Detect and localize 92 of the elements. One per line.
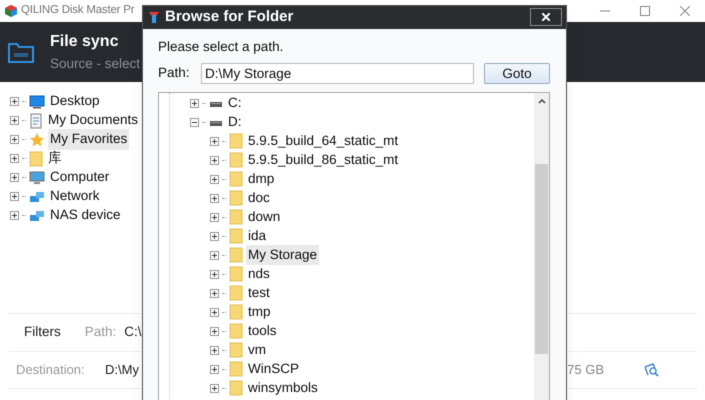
path-field[interactable]: D:\My Storage (201, 62, 474, 84)
folder-icon (229, 285, 243, 302)
folder-icon (229, 152, 243, 168)
folder-icon (229, 361, 243, 378)
scrollbar[interactable] (534, 92, 549, 400)
maximize-icon (640, 6, 650, 16)
expand-icon[interactable] (10, 154, 19, 163)
tree-item[interactable]: My Favorites (48, 129, 130, 150)
window-title: QILING Disk Master Pr (21, 3, 134, 18)
folder-icon (229, 247, 243, 264)
tree-item[interactable]: vm (246, 340, 268, 360)
destination-label: Destination: (16, 361, 86, 380)
tree-item[interactable]: down (246, 207, 282, 228)
tree-item[interactable]: test (246, 283, 272, 304)
close-icon (680, 6, 690, 16)
tree-item[interactable]: 5.9.5_build_64_static_mt (246, 131, 400, 152)
expand-icon[interactable] (210, 250, 219, 260)
scroll-up-icon[interactable] (538, 98, 546, 104)
close-icon (542, 13, 550, 22)
close-button[interactable] (530, 8, 562, 26)
folder-icon (229, 304, 243, 320)
tree-item[interactable]: nds (246, 264, 272, 284)
goto-button[interactable]: Goto (484, 62, 550, 84)
folder-icon (229, 323, 243, 340)
expand-icon[interactable] (10, 135, 19, 144)
expand-icon[interactable] (210, 326, 219, 336)
expand-icon[interactable] (210, 270, 219, 279)
folder-icon (229, 209, 243, 226)
expand-icon[interactable] (10, 173, 19, 182)
tree-item[interactable]: Computer (48, 167, 112, 188)
tree-item[interactable]: doc (246, 188, 272, 208)
expand-icon[interactable] (10, 97, 19, 106)
browse-icon[interactable] (644, 363, 660, 377)
folder-icon (229, 190, 243, 206)
dialog-title: Browse for Folder (165, 7, 294, 27)
folder-icon (229, 228, 243, 244)
tree-item[interactable]: Network (48, 186, 102, 207)
computer-icon (29, 170, 45, 184)
network-icon (29, 190, 45, 204)
expand-icon[interactable] (210, 384, 219, 393)
folder-sync-icon (8, 41, 34, 63)
tree-item[interactable]: My Storage (246, 245, 320, 266)
expand-icon[interactable] (210, 212, 219, 222)
expand-icon[interactable] (10, 211, 19, 220)
star-icon (29, 132, 45, 148)
expand-icon[interactable] (210, 288, 219, 298)
header-subtitle: Source - select (50, 54, 140, 73)
expand-icon[interactable] (210, 136, 219, 146)
tree-item[interactable]: 5.9.5_build_86_static_mt (246, 150, 400, 170)
folder-icon (29, 150, 43, 166)
expand-icon[interactable] (210, 156, 219, 165)
expand-icon[interactable] (210, 364, 219, 374)
monitor-icon (29, 94, 45, 108)
tree-item[interactable]: winsymbols (246, 378, 320, 398)
tree-item[interactable]: ida (246, 226, 268, 246)
scrollbar-thumb[interactable] (535, 164, 548, 354)
expand-icon[interactable] (210, 194, 219, 203)
path-label: Path: (158, 64, 191, 82)
path-label: Path: (84, 323, 116, 342)
tree-item[interactable]: D: (226, 112, 244, 132)
size-text: 75 GB (567, 361, 604, 380)
header-title: File sync (50, 32, 120, 52)
expand-icon[interactable] (210, 174, 219, 184)
path-value: C:\ (124, 323, 142, 342)
tree-item[interactable]: tmp (246, 302, 273, 322)
tree-item[interactable]: WinSCP (246, 359, 302, 380)
prompt-text: Please select a path. (158, 38, 284, 56)
folder-icon (229, 171, 243, 188)
folder-icon (229, 266, 243, 282)
folder-icon (229, 342, 243, 358)
expand-icon[interactable] (10, 116, 19, 125)
expand-icon[interactable] (210, 346, 219, 355)
tree-item[interactable]: NAS device (48, 205, 123, 226)
expand-icon[interactable] (210, 232, 219, 241)
network-icon (29, 208, 45, 222)
collapse-icon[interactable] (190, 118, 199, 127)
dialog-logo-icon (148, 10, 160, 24)
expand-icon[interactable] (210, 308, 219, 317)
app-logo-icon (4, 4, 18, 18)
tree-item[interactable]: C: (226, 93, 244, 114)
destination-value: D:\My (105, 361, 139, 380)
folder-icon (229, 133, 243, 150)
expand-icon[interactable] (190, 98, 199, 108)
document-icon (29, 112, 43, 128)
tree-item[interactable]: 库 (46, 148, 64, 169)
tree-item[interactable]: dmp (246, 169, 276, 190)
folder-icon (229, 380, 243, 396)
tree-item[interactable]: My Documents (46, 110, 140, 131)
tree-item[interactable]: tools (246, 321, 279, 342)
filters-label: Filters (24, 323, 61, 342)
expand-icon[interactable] (10, 192, 19, 201)
tree-item[interactable]: Desktop (48, 91, 102, 112)
